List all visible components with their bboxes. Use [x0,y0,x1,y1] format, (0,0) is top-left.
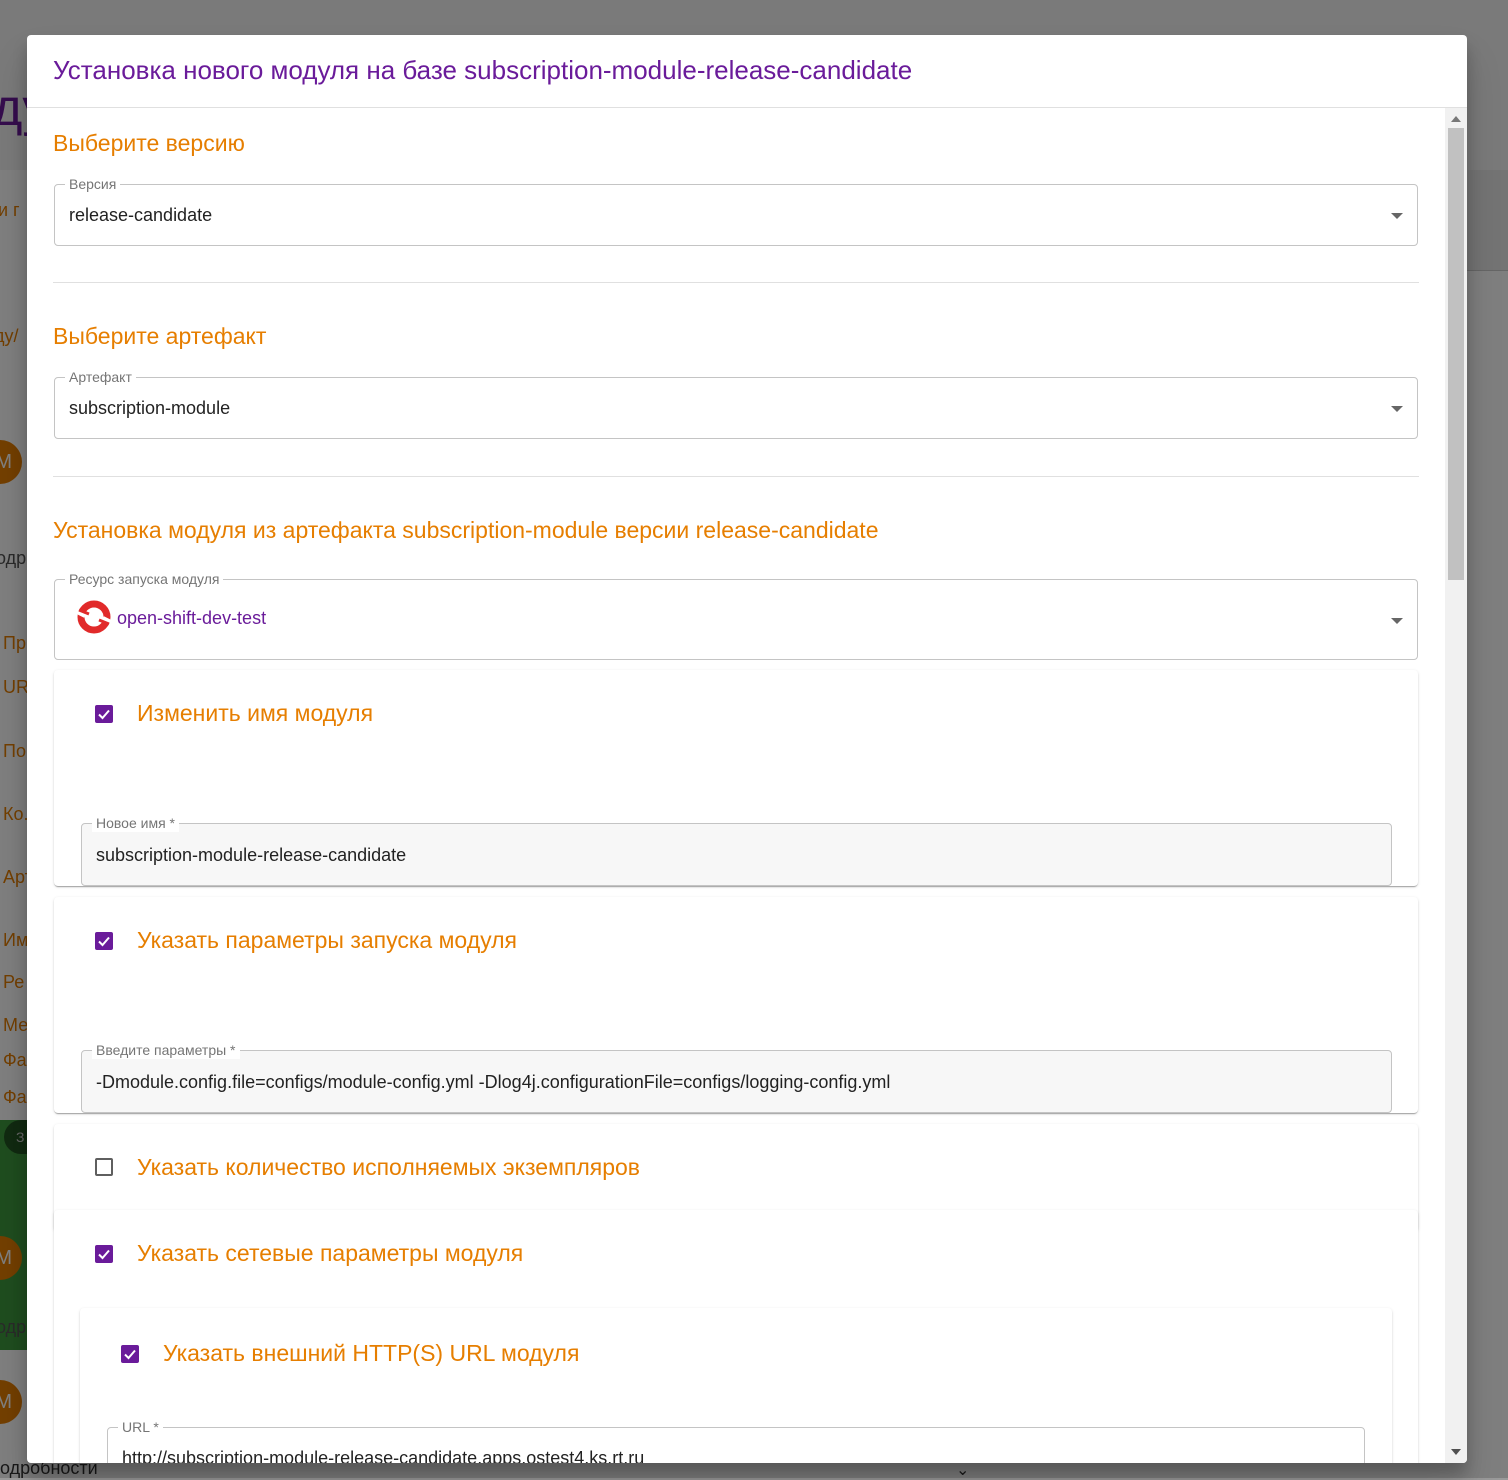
dropdown-arrow-icon[interactable] [1391,406,1403,412]
external-url-card: Указать внешний HTTP(S) URL модуля URL *… [80,1308,1392,1463]
resource-select[interactable]: Ресурс запуска модуля open-shift-dev-tes… [54,570,1418,660]
artifact-select-label: Артефакт [65,368,136,386]
instances-label: Указать количество исполняемых экземпляр… [137,1154,641,1180]
launch-params-checkbox[interactable] [95,932,113,950]
version-select-label: Версия [65,175,121,193]
launch-params-label: Указать параметры запуска модуля [137,927,518,953]
artifact-select-value: subscription-module [69,398,231,418]
rename-module-checkbox[interactable] [95,705,113,723]
new-name-value[interactable]: subscription-module-release-candidate [96,845,406,866]
url-field-label: URL * [118,1418,163,1436]
new-name-field[interactable]: Новое имя * subscription-module-release-… [81,814,1392,886]
scroll-up-arrow-icon[interactable] [1451,116,1461,122]
dropdown-arrow-icon[interactable] [1391,213,1403,219]
scroll-down-arrow-icon[interactable] [1451,1449,1461,1455]
network-params-label: Указать сетевые параметры модуля [137,1240,524,1266]
divider [53,476,1419,477]
version-select[interactable]: Версия release-candidate [54,175,1418,246]
artifact-select[interactable]: Артефакт subscription-module [54,368,1418,439]
version-section-title: Выберите версию [53,130,245,156]
openshift-logo-icon [76,600,112,634]
external-url-label: Указать внешний HTTP(S) URL модуля [163,1340,580,1366]
external-url-checkbox[interactable] [121,1345,139,1363]
dialog-scrollbar[interactable] [1445,108,1467,1463]
check-icon [98,1249,110,1260]
dialog-title: Установка нового модуля на базе subscrip… [53,55,913,85]
install-module-dialog: Установка нового модуля на базе subscrip… [27,35,1467,1463]
version-select-value: release-candidate [69,205,213,225]
rename-module-card: Изменить имя модуля Новое имя * subscrip… [54,670,1418,886]
url-field-value[interactable]: http://subscription-module-release-candi… [122,1448,644,1463]
rename-module-label: Изменить имя модуля [137,700,374,726]
install-section-title: Установка модуля из артефакта subscripti… [53,517,879,543]
scrollbar-thumb[interactable] [1448,128,1464,580]
artifact-section-title: Выберите артефакт [53,323,267,349]
new-name-label: Новое имя * [92,814,180,832]
resource-select-value: open-shift-dev-test [117,608,267,628]
check-icon [98,709,110,720]
dropdown-arrow-icon[interactable] [1391,618,1403,624]
dialog-content[interactable]: Выберите версию Версия release-candidate… [27,108,1445,1463]
check-icon [124,1349,136,1360]
network-params-checkbox[interactable] [95,1245,113,1263]
launch-params-field[interactable]: Введите параметры * -Dmodule.config.file… [81,1041,1392,1113]
instances-checkbox[interactable] [95,1158,113,1176]
resource-select-label: Ресурс запуска модуля [65,570,224,588]
url-field[interactable]: URL * http://subscription-module-release… [107,1418,1365,1463]
launch-params-value[interactable]: -Dmodule.config.file=configs/module-conf… [96,1072,890,1093]
launch-params-field-label: Введите параметры * [92,1041,240,1059]
launch-params-card: Указать параметры запуска модуля Введите… [54,897,1418,1113]
check-icon [98,936,110,947]
divider [53,282,1419,283]
network-params-card: Указать сетевые параметры модуля Указать… [54,1210,1418,1463]
